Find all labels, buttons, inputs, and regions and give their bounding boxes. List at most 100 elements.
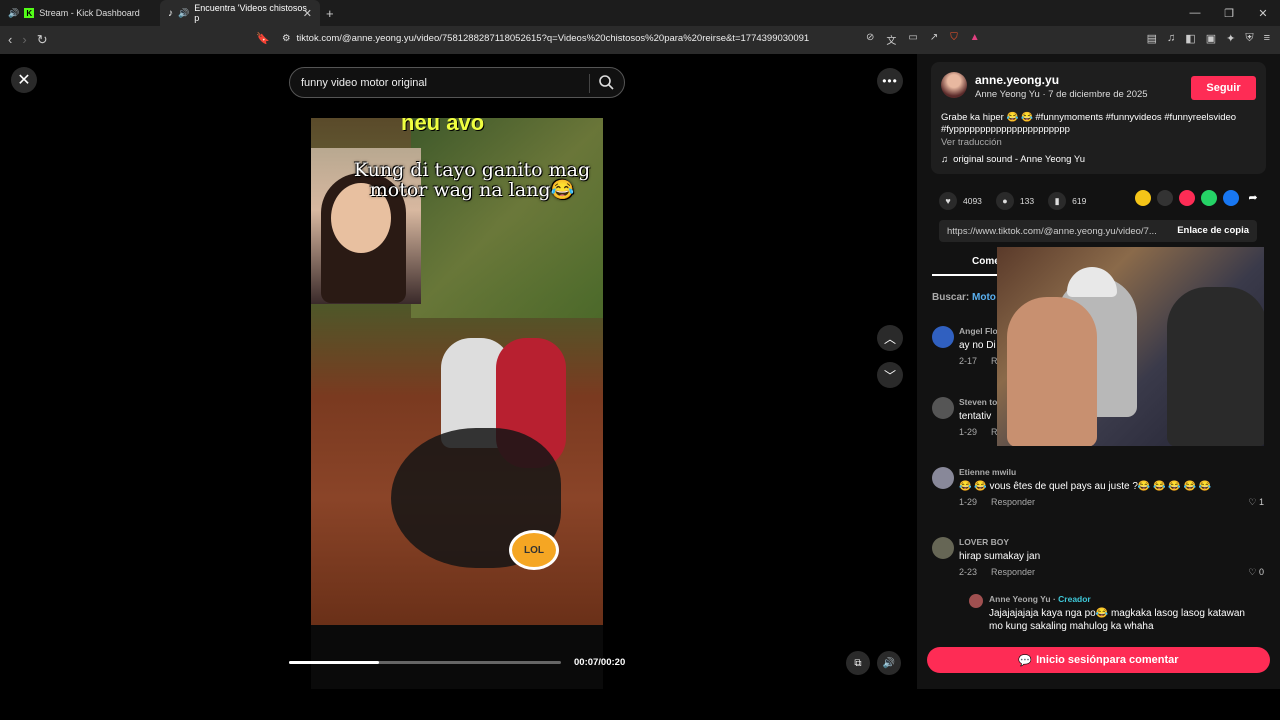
avatar[interactable] (941, 72, 967, 98)
video-background (411, 118, 603, 318)
minimize-icon[interactable]: — (1178, 0, 1212, 26)
volume-button[interactable]: 🔊 (877, 651, 901, 675)
media-icon[interactable]: ♫ (1167, 32, 1175, 45)
brave-shield-icon[interactable]: ⛉ (950, 32, 958, 47)
creator-badge: Creador (1058, 594, 1091, 604)
forward-icon[interactable]: › (22, 32, 26, 48)
search-icon[interactable] (598, 74, 614, 93)
avatar[interactable] (969, 594, 983, 608)
save-action[interactable]: ▮ 619 (1048, 192, 1086, 210)
comment-date: 2-23 (959, 567, 978, 577)
creator-username[interactable]: anne.yeong.yu (975, 73, 1059, 87)
avatar[interactable] (932, 467, 954, 489)
comment-date: 1-29 (959, 497, 978, 507)
url-text: tiktok.com/@anne.yeong.yu/video/75812882… (296, 33, 810, 44)
like-count: 4093 (963, 196, 982, 206)
search-input[interactable]: funny video motor original (289, 67, 625, 98)
avatar[interactable] (932, 537, 954, 559)
close-icon: ✕ (17, 72, 31, 89)
rewards-icon[interactable]: ▲ (970, 32, 980, 47)
comment-action[interactable]: ● 133 (995, 192, 1034, 210)
new-tab-button[interactable]: + (326, 6, 334, 21)
comment-author[interactable]: Steven to (959, 397, 997, 407)
sound-label: original sound - Anne Yeong Yu (953, 154, 1086, 165)
url-field[interactable]: ⚙ tiktok.com/@anne.yeong.yu/video/758128… (282, 33, 809, 44)
comment-bubble-icon: 💬 (1018, 654, 1033, 667)
next-video-button[interactable]: ﹀ (877, 362, 903, 388)
share-arrow-icon[interactable]: ➦ (1245, 190, 1261, 206)
translate-icon[interactable]: 文 (886, 32, 896, 47)
tab-comments[interactable]: Come (932, 256, 1002, 276)
wallet-icon[interactable]: ▣ (1206, 32, 1216, 45)
comment-meta: 1-29 Responder (959, 497, 1035, 507)
reply-button[interactable]: Responder (991, 567, 1035, 577)
login-to-comment-button[interactable]: 💬 Inicio sesiónpara comentar (927, 647, 1270, 673)
translate-link[interactable]: Ver traducción (941, 137, 1002, 148)
video-player[interactable]: neu avo Kung di tayo ganito mag motor wa… (311, 118, 603, 625)
cast-icon[interactable]: ▭ (908, 32, 917, 47)
avatar[interactable] (932, 326, 954, 348)
more-icon: ••• (882, 74, 898, 88)
copy-link-button[interactable]: Enlace de copia (1177, 225, 1249, 236)
sound-link[interactable]: ♫ original sound - Anne Yeong Yu (941, 154, 1085, 165)
chevron-up-icon: ︿ (883, 331, 896, 346)
share-icon[interactable]: ↗ (930, 32, 938, 47)
coin-icon[interactable] (1135, 190, 1151, 206)
share-buttons: ➦ (1135, 190, 1261, 206)
link-field[interactable]: https://www.tiktok.com/@anne.yeong.yu/vi… (939, 220, 1257, 242)
bookmark-icon[interactable]: 🔖 (256, 32, 270, 45)
comment-like[interactable]: ♡ 0 (1248, 567, 1264, 578)
follow-button[interactable]: Seguir (1191, 76, 1256, 100)
comment-author[interactable]: LOVER BOY (959, 537, 1009, 547)
close-video-button[interactable]: ✕ (11, 67, 37, 93)
repost-icon[interactable] (1179, 190, 1195, 206)
volume-icon: 🔊 (882, 657, 896, 669)
comment-like[interactable]: ♡ 1 (1248, 497, 1264, 508)
embed-icon[interactable] (1157, 190, 1173, 206)
facebook-icon[interactable] (1223, 190, 1239, 206)
tab-label: Stream - Kick Dashboard (39, 8, 140, 18)
comment-author[interactable]: Etienne mwilu (959, 467, 1016, 477)
action-bar: ♥ 4093 ● 133 ▮ 619 (939, 192, 1100, 210)
restore-icon[interactable]: ❐ (1212, 0, 1246, 26)
no-tracking-icon[interactable]: ⊘ (866, 32, 874, 47)
speaker-icon: 🔊 (178, 7, 190, 18)
reply-button[interactable]: Responder (991, 497, 1035, 507)
person-cap (1067, 267, 1117, 297)
person (1007, 297, 1097, 446)
search-term-link[interactable]: Moto (972, 292, 996, 303)
comment-text: 😂 😂 vous êtes de quel pays au juste ?😂 😂… (959, 481, 1212, 492)
site-info-icon[interactable]: ⚙ (282, 33, 291, 44)
pip-icon: ⧉ (854, 657, 862, 669)
laugh-sticker: LOL (509, 530, 559, 570)
reply-author[interactable]: Anne Yeong Yu · Creador (989, 594, 1091, 604)
reply-author-name: Anne Yeong Yu (989, 594, 1051, 604)
search-prefix: Buscar: (932, 292, 970, 303)
menu-icon[interactable]: ≡ (1264, 32, 1270, 45)
sidebar-icon[interactable]: ◧ (1185, 32, 1195, 45)
previous-video-button[interactable]: ︿ (877, 325, 903, 351)
whatsapp-icon[interactable] (1201, 190, 1217, 206)
video-progress-bar[interactable] (289, 661, 561, 664)
back-icon[interactable]: ‹ (8, 32, 12, 48)
reader-icon[interactable]: ▤ (1147, 32, 1157, 45)
close-window-icon[interactable]: ✕ (1246, 0, 1280, 26)
music-note-icon: ♫ (941, 154, 949, 165)
window-controls: — ❐ ✕ (1178, 0, 1280, 26)
comment-author[interactable]: Angel Flo (959, 326, 998, 336)
chevron-down-icon: ﹀ (883, 368, 896, 383)
login-label: Inicio sesiónpara comentar (1036, 654, 1179, 666)
pip-button[interactable]: ⧉ (846, 651, 870, 675)
more-options-button[interactable]: ••• (877, 68, 903, 94)
tab-label: Come (972, 256, 1000, 267)
webcam-overlay (997, 247, 1264, 446)
avatar[interactable] (932, 397, 954, 419)
vpn-icon[interactable]: ⛨ (1245, 32, 1253, 45)
creator-card: anne.yeong.yu Anne Yeong Yu · 7 de dicie… (931, 62, 1266, 174)
tab-kick-dashboard[interactable]: 🔊 K Stream - Kick Dashboard (0, 0, 160, 26)
close-tab-icon[interactable]: ✕ (303, 7, 312, 20)
leo-icon[interactable]: ✦ (1226, 32, 1235, 45)
reload-icon[interactable]: ↻ (37, 32, 48, 48)
tab-tiktok[interactable]: ♪ 🔊 Encuentra 'Videos chistosos p ✕ (160, 0, 320, 26)
like-action[interactable]: ♥ 4093 (939, 192, 982, 210)
